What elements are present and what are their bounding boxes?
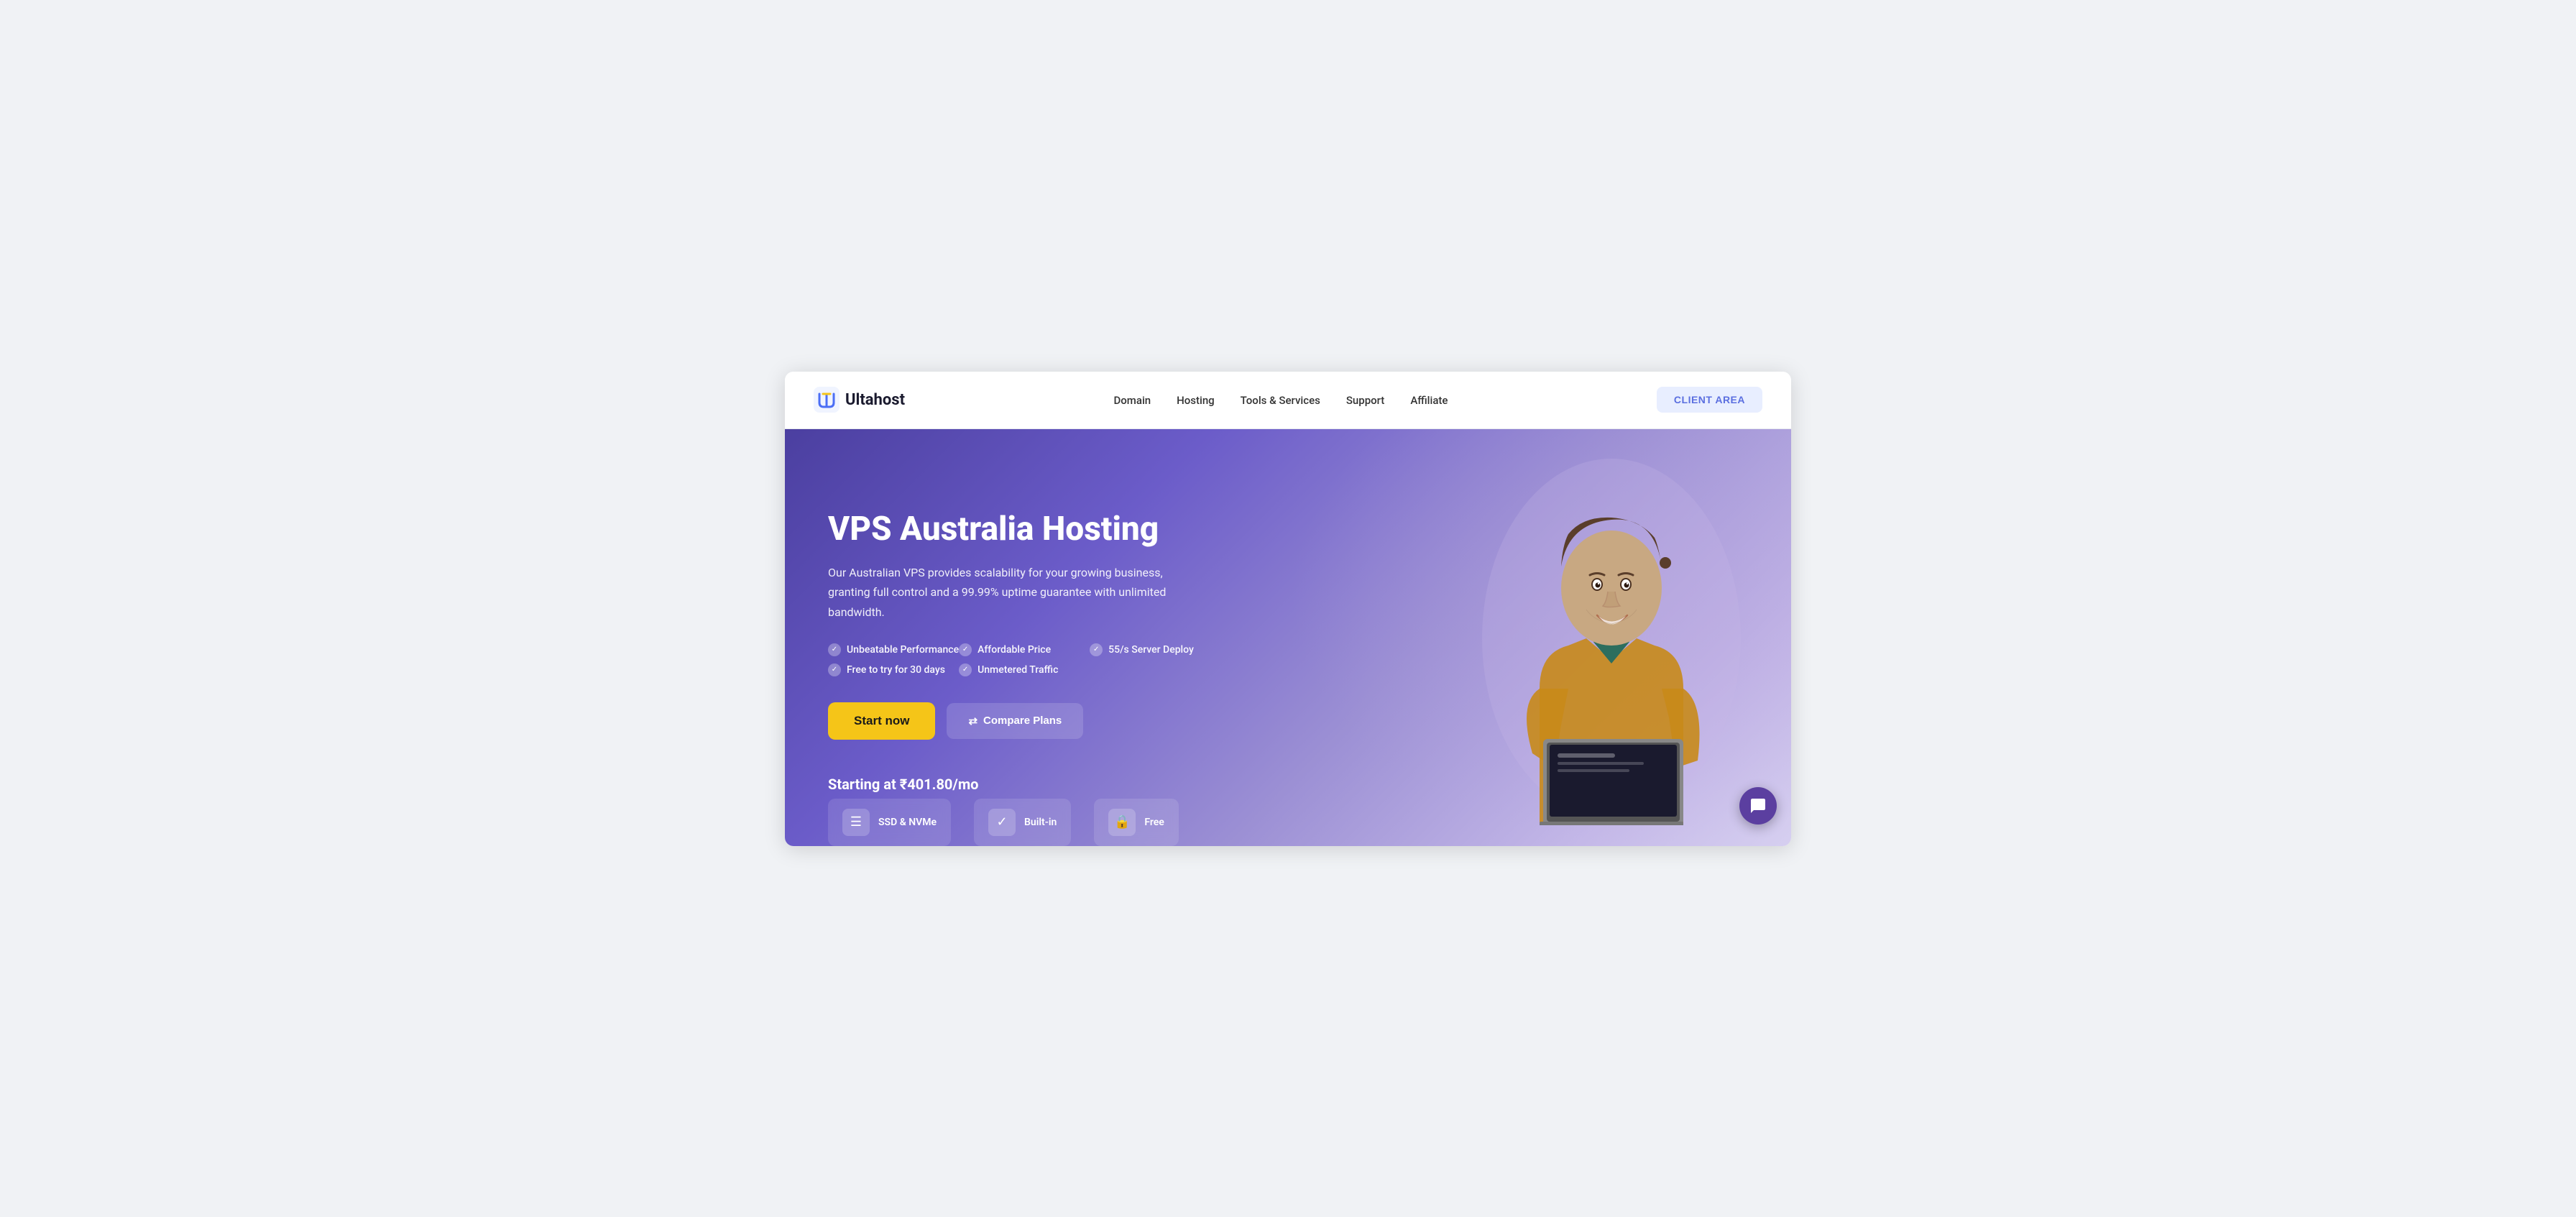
feature-label-deploy: 55/s Server Deploy [1108, 644, 1194, 656]
hero-content: VPS Australia Hosting Our Australian VPS… [785, 429, 1264, 846]
pricing-text: Starting at ₹401.80/mo [828, 776, 1220, 793]
compare-label: Compare Plans [983, 715, 1062, 727]
nav-item-domain[interactable]: Domain [1113, 393, 1151, 407]
check-icon-trial: ✓ [828, 663, 841, 676]
nav-link-tools[interactable]: Tools & Services [1241, 394, 1320, 407]
feature-traffic: ✓ Unmetered Traffic [959, 663, 1090, 676]
check-icon-perf: ✓ [828, 643, 841, 656]
check-icon-traffic: ✓ [959, 663, 972, 676]
hero-buttons: Start now ⇄ Compare Plans [828, 702, 1220, 740]
nav-links: Domain Hosting Tools & Services Support … [1113, 393, 1448, 407]
logo-icon [814, 387, 840, 413]
feature-label-trial: Free to try for 30 days [847, 664, 945, 676]
navbar: Ultahost Domain Hosting Tools & Services… [785, 372, 1791, 429]
browser-window: Ultahost Domain Hosting Tools & Services… [785, 372, 1791, 846]
compare-icon: ⇄ [968, 715, 978, 727]
nav-item-support[interactable]: Support [1346, 393, 1384, 407]
nav-link-affiliate[interactable]: Affiliate [1410, 394, 1448, 407]
nav-item-hosting[interactable]: Hosting [1177, 393, 1215, 407]
nav-link-domain[interactable]: Domain [1113, 394, 1151, 407]
compare-plans-button[interactable]: ⇄ Compare Plans [947, 703, 1083, 739]
nav-item-affiliate[interactable]: Affiliate [1410, 393, 1448, 407]
chat-icon [1749, 797, 1767, 814]
hero-subtitle: Our Australian VPS provides scalability … [828, 563, 1202, 622]
client-area-button[interactable]: CLIENT AREA [1657, 387, 1762, 413]
hero-title: VPS Australia Hosting [828, 510, 1220, 548]
logo[interactable]: Ultahost [814, 387, 905, 413]
feature-performance: ✓ Unbeatable Performance [828, 643, 959, 656]
hero-section: VPS Australia Hosting Our Australian VPS… [785, 429, 1791, 846]
chat-bubble-button[interactable] [1739, 787, 1777, 825]
brand-name: Ultahost [845, 391, 905, 409]
check-icon-deploy: ✓ [1090, 643, 1103, 656]
feature-label-perf: Unbeatable Performance [847, 644, 959, 656]
hero-person-image [1468, 451, 1755, 826]
person-svg [1475, 451, 1748, 825]
feature-price: ✓ Affordable Price [959, 643, 1090, 656]
feature-label-price: Affordable Price [978, 644, 1051, 656]
feature-label-traffic: Unmetered Traffic [978, 664, 1058, 676]
feature-trial: ✓ Free to try for 30 days [828, 663, 959, 676]
nav-link-support[interactable]: Support [1346, 394, 1384, 407]
start-now-button[interactable]: Start now [828, 702, 935, 740]
features-grid: ✓ Unbeatable Performance ✓ Affordable Pr… [828, 643, 1220, 676]
check-icon-price: ✓ [959, 643, 972, 656]
feature-deploy: ✓ 55/s Server Deploy [1090, 643, 1220, 656]
nav-link-hosting[interactable]: Hosting [1177, 394, 1215, 407]
nav-item-tools[interactable]: Tools & Services [1241, 393, 1320, 407]
